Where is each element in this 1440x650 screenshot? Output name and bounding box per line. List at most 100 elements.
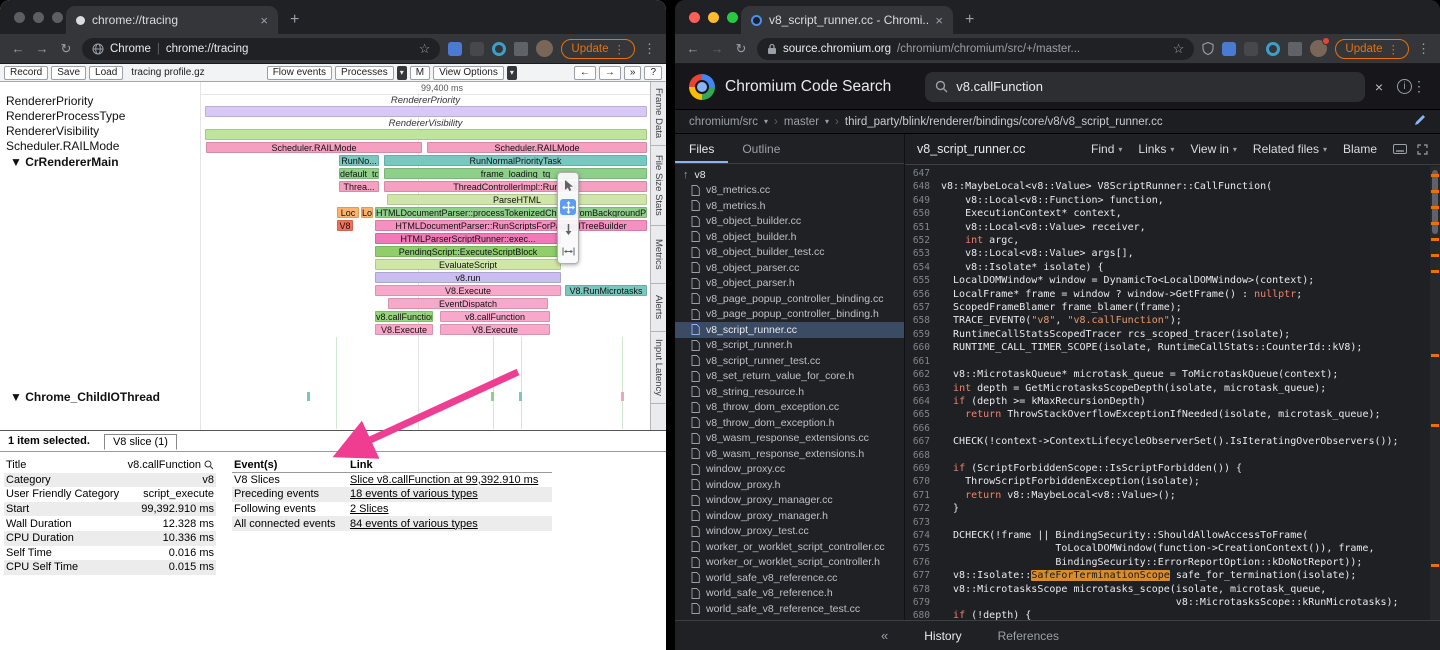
search-result-marker[interactable] — [1431, 174, 1439, 177]
minimize-window-button[interactable] — [708, 12, 719, 23]
track-label[interactable]: RendererPriority — [6, 94, 93, 108]
breadcrumb-item[interactable]: chromium/src — [689, 116, 758, 128]
file-item[interactable]: v8_wasm_response_extensions.cc — [675, 431, 904, 447]
trace-slice[interactable] — [205, 129, 647, 140]
side-tab-file-size-stats[interactable]: File Size Stats — [651, 146, 666, 226]
view-options-button[interactable]: View Options — [433, 65, 504, 80]
line-number[interactable]: 673 — [905, 516, 941, 529]
line-number[interactable]: 648 — [905, 180, 941, 193]
extension-icon[interactable] — [1244, 41, 1259, 56]
file-item[interactable]: worker_or_worklet_script_controller.cc — [675, 539, 904, 555]
line-number[interactable]: 669 — [905, 462, 941, 475]
trace-slice[interactable]: v8.run — [375, 272, 561, 283]
update-button[interactable]: Update ⋮ — [1335, 38, 1409, 59]
record-button[interactable]: Record — [4, 65, 49, 80]
keyboard-shortcuts-icon[interactable] — [1393, 143, 1407, 154]
info-icon[interactable]: i — [1397, 79, 1412, 94]
line-number[interactable]: 666 — [905, 422, 941, 435]
line-number[interactable]: 667 — [905, 435, 941, 448]
file-item[interactable]: window_proxy_test.cc — [675, 524, 904, 540]
search-result-marker[interactable] — [1431, 238, 1439, 241]
trace-slice[interactable]: HTMLDocumentParser::RunScriptsForPausedT… — [375, 220, 647, 231]
close-window-button[interactable] — [689, 12, 700, 23]
search-result-marker[interactable] — [1431, 206, 1439, 209]
address-bar[interactable]: source.chromium.org /chromium/chromium/s… — [757, 37, 1195, 60]
search-result-marker[interactable] — [1431, 424, 1439, 427]
line-number[interactable]: 680 — [905, 609, 941, 620]
browser-tab-tracing[interactable]: chrome://tracing × — [66, 6, 278, 34]
file-item[interactable]: world_safe_v8_reference_test.cc — [675, 601, 904, 617]
edit-icon[interactable] — [1414, 114, 1426, 129]
trace-slice[interactable]: v8.callFunction — [440, 311, 550, 322]
search-result-marker[interactable] — [1431, 270, 1439, 273]
chromium-logo-icon[interactable] — [689, 73, 715, 100]
track-label[interactable]: ▼ Chrome_ChildIOThread — [10, 390, 160, 404]
line-number[interactable]: 652 — [905, 234, 941, 247]
file-item[interactable]: v8_object_builder_test.cc — [675, 245, 904, 261]
clear-search-icon[interactable]: × — [1375, 79, 1383, 95]
file-item[interactable]: worker_or_worklet_script_controller.h — [675, 555, 904, 571]
trace-slice[interactable]: Loc — [337, 207, 359, 218]
trace-slice[interactable]: frame_loading_tq — [384, 168, 647, 179]
line-number[interactable]: 671 — [905, 489, 941, 502]
code-header-button-links[interactable]: Links ▾ — [1138, 142, 1174, 156]
browser-menu-icon[interactable]: ⋮ — [643, 41, 656, 57]
line-number[interactable]: 658 — [905, 314, 941, 327]
back-button[interactable]: ← — [685, 41, 701, 56]
trace-slice[interactable]: EvaluateScript — [375, 259, 561, 270]
code-header-button-related-files[interactable]: Related files ▾ — [1253, 142, 1327, 156]
extension-icon[interactable] — [448, 41, 463, 56]
line-number[interactable]: 676 — [905, 556, 941, 569]
trace-slice[interactable]: EventDispatch — [388, 298, 548, 309]
track-label[interactable]: Scheduler.RAILMode — [6, 139, 119, 153]
metadata-button[interactable]: M — [409, 65, 431, 80]
browser-menu-icon[interactable]: ⋮ — [1417, 41, 1430, 57]
profile-avatar[interactable] — [1310, 37, 1331, 57]
load-button[interactable]: Load — [89, 65, 124, 80]
line-number[interactable]: 668 — [905, 449, 941, 462]
line-number[interactable]: 663 — [905, 382, 941, 395]
code-scrollbar[interactable] — [1430, 166, 1440, 620]
help-button[interactable]: ? — [644, 65, 662, 80]
file-item[interactable]: v8_script_runner.h — [675, 338, 904, 354]
magnifier-icon[interactable] — [204, 460, 214, 470]
line-number[interactable]: 656 — [905, 288, 941, 301]
address-bar[interactable]: Chrome | chrome://tracing ☆ — [82, 37, 441, 60]
event-link[interactable]: 18 events of various types — [350, 488, 550, 500]
trace-slice[interactable]: HTMLDocumentParser::processTokenizedChun… — [375, 207, 647, 218]
extension-icon[interactable] — [1266, 41, 1281, 56]
timing-tool-button[interactable] — [560, 243, 576, 259]
trace-slice[interactable]: ThreadControllerImpl::RunTask — [384, 181, 647, 192]
code-header-button-find[interactable]: Find ▾ — [1091, 142, 1122, 156]
track-label[interactable]: RendererProcessType — [6, 109, 125, 123]
file-item[interactable]: v8_script_runner_test.cc — [675, 353, 904, 369]
line-number[interactable]: 653 — [905, 247, 941, 260]
file-item[interactable]: window_proxy_manager.h — [675, 508, 904, 524]
nav-prev-button[interactable]: ← — [573, 65, 596, 80]
trace-slice[interactable]: PendingScript::ExecuteScriptBlock — [375, 246, 561, 257]
trace-slice[interactable]: V8.Execute — [375, 324, 433, 335]
sidebar-tab-outline[interactable]: Outline — [728, 134, 794, 163]
minimize-window-button[interactable] — [33, 12, 44, 23]
file-item[interactable]: v8_metrics.cc — [675, 183, 904, 199]
search-result-marker[interactable] — [1431, 254, 1439, 257]
file-item[interactable]: v8_wasm_response_extensions.h — [675, 446, 904, 462]
processes-button[interactable]: Processes — [335, 65, 394, 80]
line-number[interactable]: 651 — [905, 221, 941, 234]
processes-dropdown-icon[interactable]: ▾ — [396, 65, 407, 80]
file-item[interactable]: world_safe_v8_reference.h — [675, 586, 904, 602]
line-number[interactable]: 659 — [905, 328, 941, 341]
save-button[interactable]: Save — [51, 65, 87, 80]
zoom-tool-button[interactable] — [560, 221, 576, 237]
file-item[interactable]: v8_object_parser.cc — [675, 260, 904, 276]
collapse-panel-icon[interactable]: « — [881, 628, 888, 643]
line-number[interactable]: 660 — [905, 341, 941, 354]
fullscreen-icon[interactable] — [1417, 143, 1428, 155]
event-link[interactable]: Slice v8.callFunction at 99,392.910 ms — [350, 474, 550, 486]
trace-slice[interactable]: ParseHTML — [387, 194, 647, 205]
search-result-marker[interactable] — [1431, 564, 1439, 567]
search-result-marker[interactable] — [1431, 222, 1439, 225]
line-number[interactable]: 647 — [905, 167, 941, 180]
side-tab-input-latency[interactable]: Input Latency — [651, 332, 666, 404]
tree-root[interactable]: ↑ v8 — [675, 167, 904, 183]
